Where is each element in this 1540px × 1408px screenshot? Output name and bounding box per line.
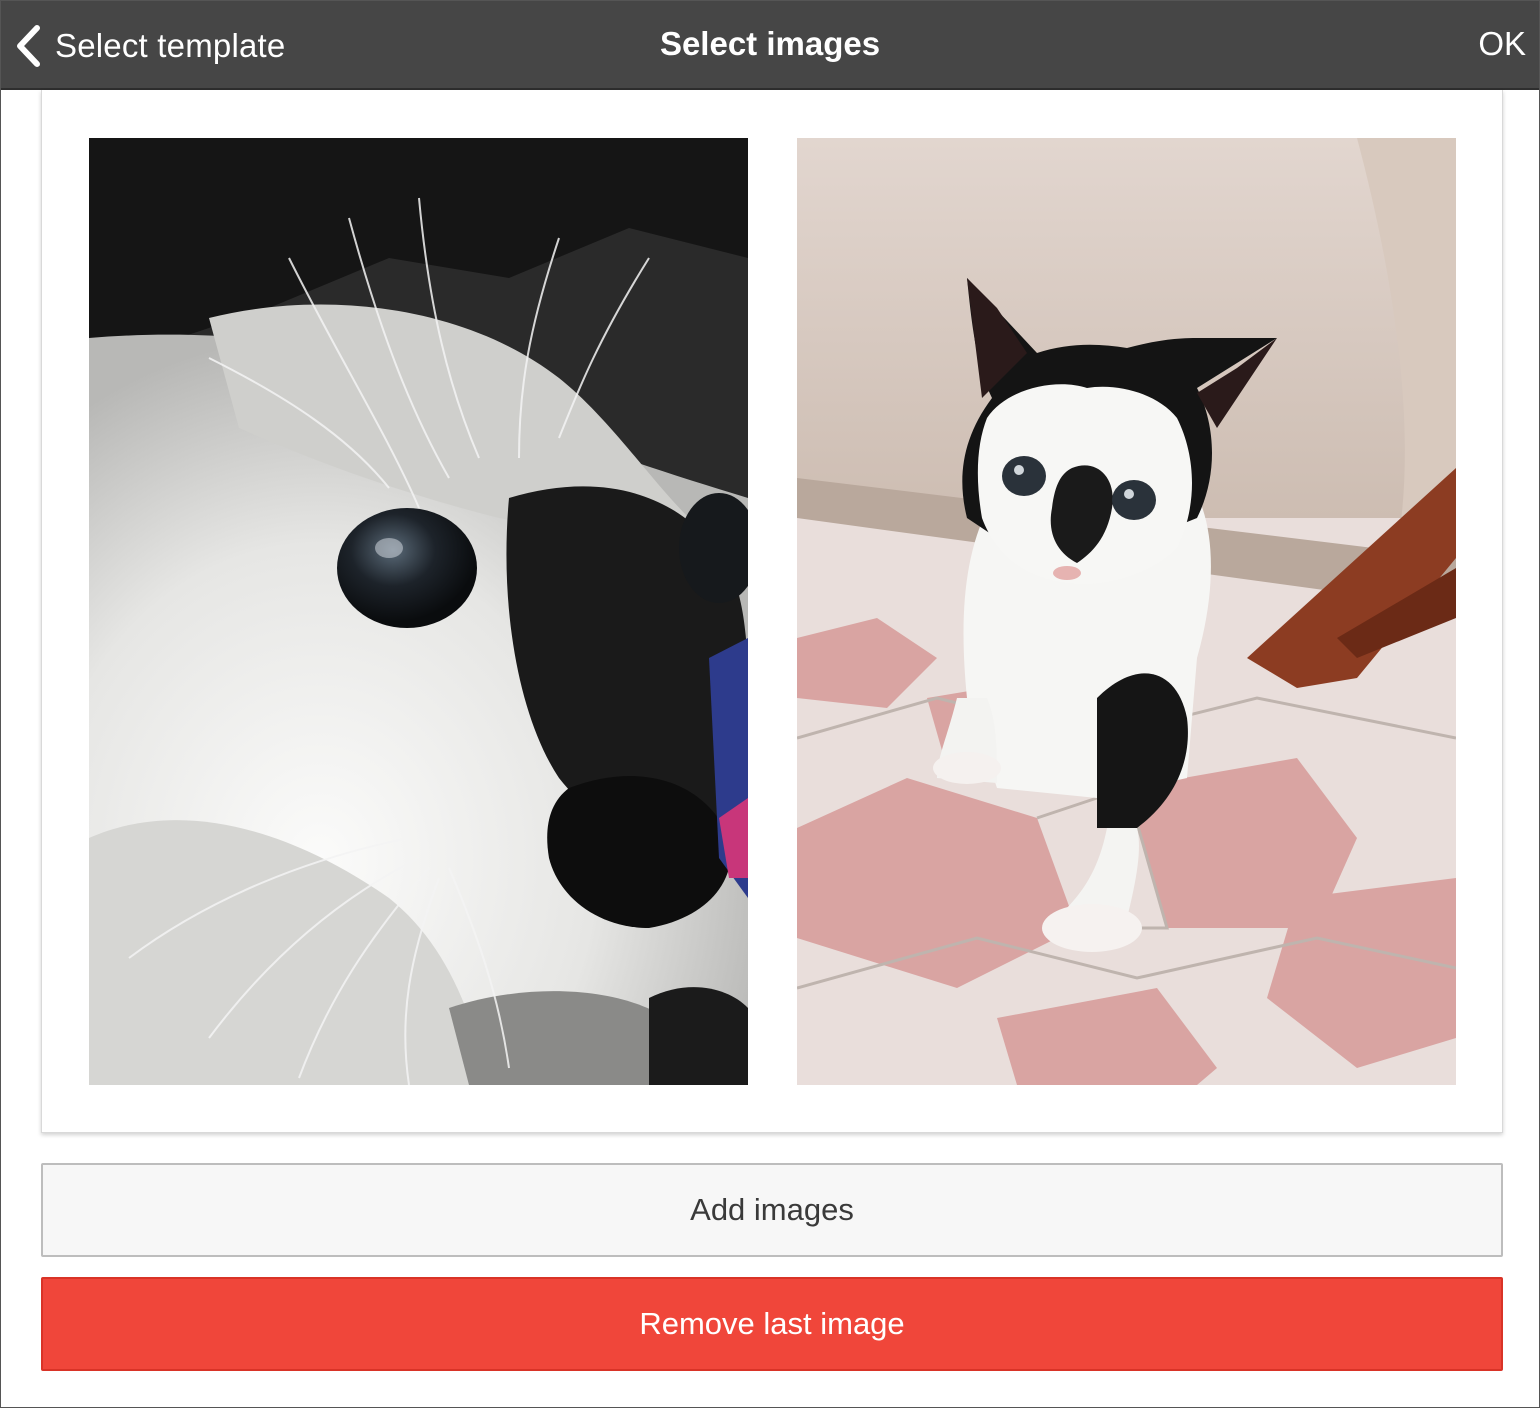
add-images-button[interactable]: Add images	[41, 1163, 1503, 1257]
remove-last-image-button[interactable]: Remove last image	[41, 1277, 1503, 1371]
template-preview	[41, 90, 1503, 1133]
kitten-walking-image	[797, 138, 1456, 1085]
back-button-label: Select template	[55, 27, 286, 64]
app-window: Select template Select images OK Add ima…	[0, 0, 1540, 1408]
ok-button[interactable]: OK	[1478, 25, 1526, 63]
navigation-bar: Select template Select images OK	[1, 1, 1539, 90]
kitten-closeup-image	[89, 138, 748, 1085]
selected-image-1[interactable]	[89, 138, 748, 1085]
back-button[interactable]: Select template	[13, 21, 285, 71]
chevron-left-icon	[13, 24, 43, 68]
selected-image-2[interactable]	[797, 138, 1456, 1085]
